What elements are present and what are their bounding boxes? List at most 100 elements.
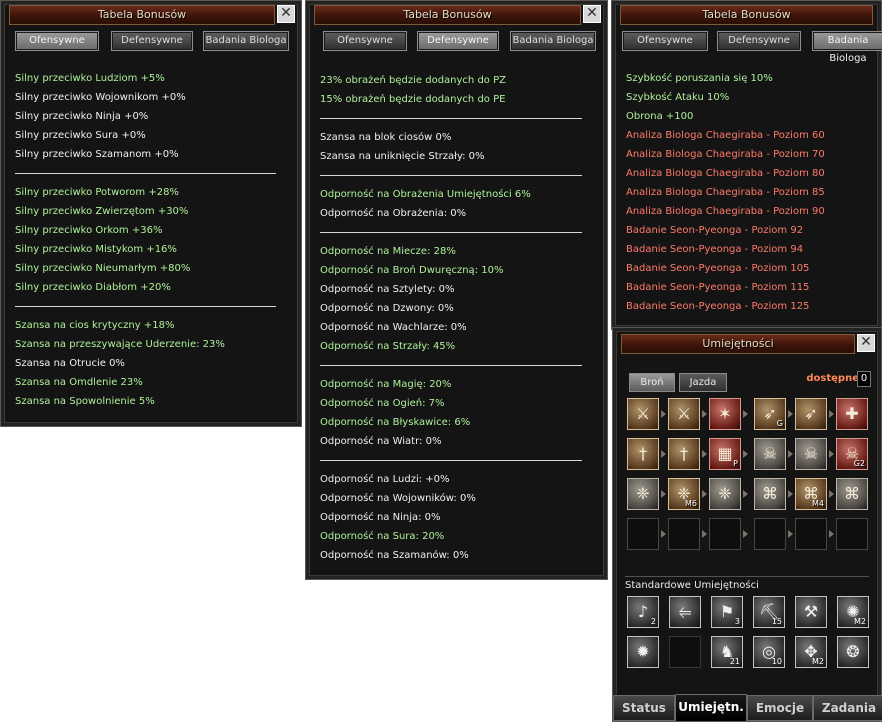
bonus-line: Odporność na Błyskawice: 6% bbox=[320, 417, 471, 428]
skill-slot[interactable] bbox=[754, 518, 786, 550]
skill-slot[interactable]: ❈ bbox=[709, 478, 741, 510]
skill-slot[interactable]: ❈ M6 bbox=[668, 478, 700, 510]
tab-defensive[interactable]: Defensywne bbox=[417, 31, 499, 51]
standard-skill-slot[interactable]: ✺ M2 bbox=[837, 596, 869, 628]
skill-level: 3 bbox=[734, 617, 740, 626]
bonus-line: Szansa na cios krytyczny +18% bbox=[15, 320, 175, 331]
standard-skill-slot[interactable]: ✹ bbox=[627, 636, 659, 668]
standard-skill-slot[interactable] bbox=[669, 636, 701, 668]
slot-arrow bbox=[788, 530, 793, 538]
slot-arrow bbox=[788, 410, 793, 418]
standard-skill-slot[interactable]: ⛏ 15 bbox=[753, 596, 785, 628]
bonus-line: Odporność na Obrażenia Umiejętności 6% bbox=[320, 189, 531, 200]
bonus-line: Silny przeciwko Wojownikom +0% bbox=[15, 92, 186, 103]
bonus-line: Analiza Biologa Chaegiraba - Poziom 80 bbox=[626, 168, 825, 179]
skill-slot[interactable] bbox=[795, 518, 827, 550]
skill-slot[interactable]: ➶ G bbox=[754, 398, 786, 430]
standard-skill-slot[interactable]: ❂ bbox=[837, 636, 869, 668]
tab-skills[interactable]: Umiejętn. bbox=[675, 694, 747, 721]
section-divider bbox=[320, 118, 583, 119]
bonus-table-window-biologist: Tabela Bonusów Ofensywne Defensywne Bada… bbox=[611, 0, 882, 330]
bonus-list: Szybkość poruszania się 10% Szybkość Atak… bbox=[626, 69, 867, 316]
standard-skill-slot[interactable]: ⥢ bbox=[669, 596, 701, 628]
skill-slot[interactable]: ❈ bbox=[627, 478, 659, 510]
tab-defensive[interactable]: Defensywne bbox=[111, 31, 193, 51]
bonus-line: Badanie Seon-Pyeonga - Poziom 115 bbox=[626, 282, 810, 293]
tab-quests[interactable]: Zadania bbox=[813, 695, 882, 721]
tab-offensive[interactable]: Ofensywne bbox=[622, 31, 708, 51]
window-titlebar[interactable]: Tabela Bonusów bbox=[9, 5, 275, 25]
skill-level: M2 bbox=[812, 657, 824, 666]
bonus-list: Silny przeciwko Ludziom +5% Silny przeciw… bbox=[15, 69, 287, 411]
standard-skill-slot[interactable]: ⚒ bbox=[795, 596, 827, 628]
standard-skill-slot[interactable]: ✥ M2 bbox=[795, 636, 827, 668]
tab-offensive[interactable]: Ofensywne bbox=[15, 31, 99, 51]
tab-status[interactable]: Status bbox=[613, 695, 675, 721]
skill-slot[interactable]: ➶ bbox=[795, 398, 827, 430]
bonus-line: Odporność na Sura: 20% bbox=[320, 531, 445, 542]
skill-slot[interactable]: ✶ bbox=[709, 398, 741, 430]
sword-icon: † bbox=[680, 444, 688, 463]
dragon-icon: ❂ bbox=[846, 642, 860, 661]
skill-slot[interactable]: ⌘ bbox=[836, 478, 868, 510]
window-title: Tabela Bonusów bbox=[403, 8, 492, 21]
section-divider bbox=[15, 173, 277, 174]
tab-biologist[interactable]: Badania Biologa bbox=[510, 31, 596, 51]
skill-slot[interactable]: ⚔ bbox=[668, 398, 700, 430]
skill-level: M6 bbox=[685, 499, 697, 508]
skill-level: G bbox=[776, 419, 783, 428]
skill-slot[interactable]: ☠ G2 bbox=[836, 438, 868, 470]
tab-emotes[interactable]: Emocje bbox=[747, 695, 813, 721]
bonus-line: Odporność na Ogień: 7% bbox=[320, 398, 445, 409]
bonus-line: Badanie Seon-Pyeonga - Poziom 125 bbox=[626, 301, 810, 312]
skill-slot[interactable]: ☠ bbox=[795, 438, 827, 470]
tab-riding[interactable]: Jazda bbox=[679, 373, 727, 392]
skill-slot[interactable] bbox=[627, 518, 659, 550]
slot-arrow bbox=[743, 450, 748, 458]
slot-arrow bbox=[743, 530, 748, 538]
slot-arrow bbox=[702, 450, 707, 458]
skill-level: 2 bbox=[650, 617, 656, 626]
skill-slot[interactable]: † bbox=[668, 438, 700, 470]
slot-arrow bbox=[661, 530, 666, 538]
skill-level: M4 bbox=[812, 499, 824, 508]
window-titlebar[interactable]: Tabela Bonusów bbox=[620, 5, 873, 25]
skill-slot[interactable]: ⌘ M4 bbox=[795, 478, 827, 510]
bonus-line: Silny przeciwko Nieumarłym +80% bbox=[15, 263, 191, 274]
close-button[interactable]: ✕ bbox=[857, 334, 875, 352]
standard-skill-slot[interactable]: ⚑ 3 bbox=[711, 596, 743, 628]
skill-slot[interactable] bbox=[709, 518, 741, 550]
skill-slot[interactable]: ⚔ bbox=[627, 398, 659, 430]
glyph-icon: ⌘ bbox=[762, 484, 778, 503]
standard-skills-label: Standardowe Umiejętności bbox=[625, 576, 869, 591]
slot-arrow bbox=[661, 450, 666, 458]
window-titlebar[interactable]: Tabela Bonusów bbox=[314, 5, 581, 25]
skill-slot[interactable]: ▦ P bbox=[709, 438, 741, 470]
bonus-line: Analiza Biologa Chaegiraba - Poziom 85 bbox=[626, 187, 825, 198]
section-divider bbox=[15, 306, 277, 307]
skill-level: 21 bbox=[729, 657, 740, 666]
skill-slot[interactable]: † bbox=[627, 438, 659, 470]
skill-level: P bbox=[733, 459, 738, 468]
standard-skill-slot[interactable]: ♪ 2 bbox=[627, 596, 659, 628]
standard-skill-slot[interactable]: ♞ 21 bbox=[711, 636, 743, 668]
slot-arrow bbox=[829, 450, 834, 458]
close-button[interactable]: ✕ bbox=[277, 5, 295, 23]
skill-slot[interactable]: ✚ bbox=[836, 398, 868, 430]
skill-slot[interactable] bbox=[668, 518, 700, 550]
skill-slot[interactable] bbox=[836, 518, 868, 550]
tab-biologist[interactable]: Badania Biologa bbox=[812, 31, 882, 64]
sword-icon: † bbox=[639, 444, 647, 463]
standard-skill-slot[interactable]: ◎ 10 bbox=[753, 636, 785, 668]
tab-biologist[interactable]: Badania Biologa bbox=[203, 31, 289, 51]
tab-defensive[interactable]: Defensywne bbox=[717, 31, 801, 51]
tab-weapon[interactable]: Broń bbox=[629, 373, 675, 392]
skill-slot[interactable]: ☠ bbox=[754, 438, 786, 470]
bonus-line: Odporność na Wojowników: 0% bbox=[320, 493, 476, 504]
bonus-line: Odporność na Szamanów: 0% bbox=[320, 550, 469, 561]
window-titlebar[interactable]: Umiejętności bbox=[621, 334, 855, 354]
close-button[interactable]: ✕ bbox=[583, 5, 601, 23]
skill-slot[interactable]: ⌘ bbox=[754, 478, 786, 510]
tab-offensive[interactable]: Ofensywne bbox=[323, 31, 407, 51]
rune-icon: ❈ bbox=[718, 484, 732, 503]
